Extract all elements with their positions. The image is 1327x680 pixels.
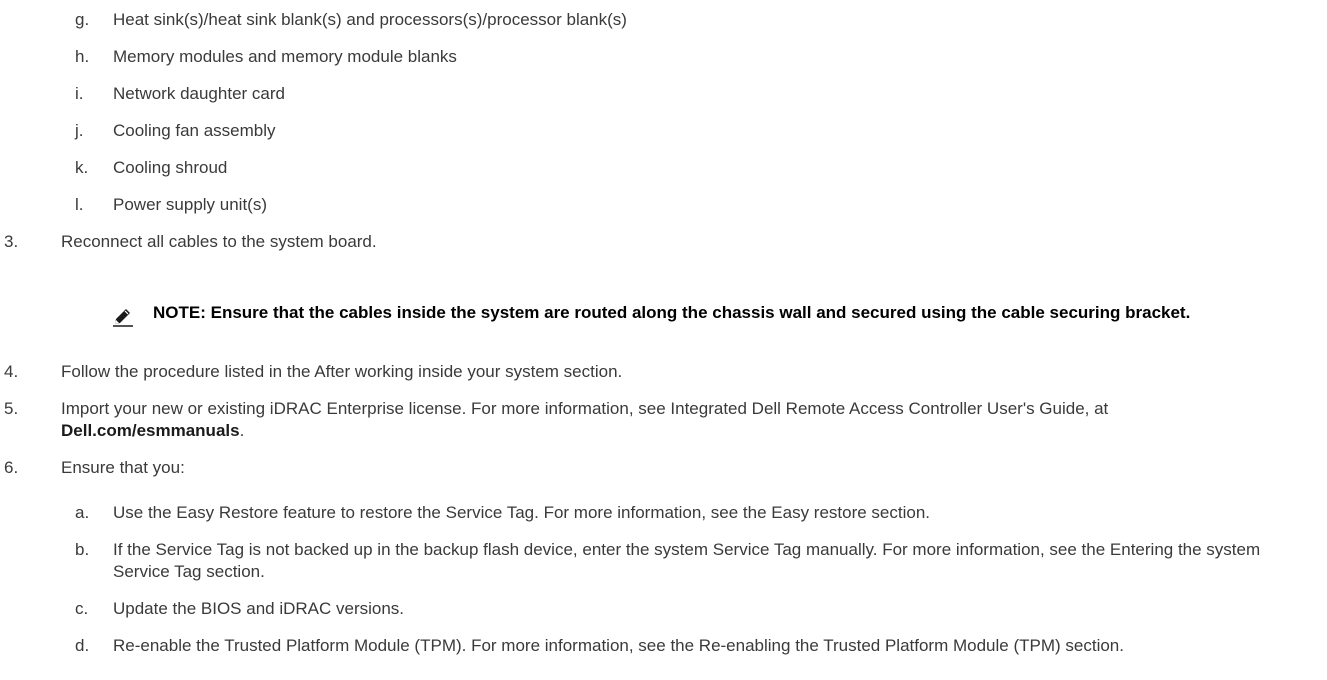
list-marker-j: j. xyxy=(75,121,84,140)
step-marker-4: 4. xyxy=(4,362,19,381)
substep-marker-d: d. xyxy=(75,636,90,655)
step-5-text-after: . xyxy=(239,421,245,440)
list-item-l: Power supply unit(s) xyxy=(113,195,268,214)
list-item-h: Memory modules and memory module blanks xyxy=(113,47,457,66)
list-marker-l: l. xyxy=(75,195,84,214)
esm-manuals-link[interactable]: Dell.com/esmmanuals xyxy=(61,421,240,440)
list-item-g: Heat sink(s)/heat sink blank(s) and proc… xyxy=(113,10,627,29)
note-pencil-icon xyxy=(112,307,134,327)
list-item-i: Network daughter card xyxy=(113,84,285,103)
step-6-text: Ensure that you: xyxy=(61,458,185,477)
substep-b-text: If the Service Tag is not backed up in t… xyxy=(113,540,1261,581)
substep-marker-b: b. xyxy=(75,540,90,559)
step-4-text: Follow the procedure listed in the After… xyxy=(61,362,623,381)
substep-marker-c: c. xyxy=(75,599,89,618)
step-marker-3: 3. xyxy=(4,232,19,251)
list-marker-h: h. xyxy=(75,47,90,66)
list-item-k: Cooling shroud xyxy=(113,158,228,177)
list-item-j: Cooling fan assembly xyxy=(113,121,276,140)
list-marker-i: i. xyxy=(75,84,84,103)
step-5-text-before: Import your new or existing iDRAC Enterp… xyxy=(61,399,1109,418)
substep-marker-a: a. xyxy=(75,503,90,522)
list-marker-k: k. xyxy=(75,158,89,177)
step-5-text: Import your new or existing iDRAC Enterp… xyxy=(61,398,1271,442)
step-marker-5: 5. xyxy=(4,399,19,418)
step-marker-6: 6. xyxy=(4,458,19,477)
substep-c-text: Update the BIOS and iDRAC versions. xyxy=(113,599,405,618)
list-marker-g: g. xyxy=(75,10,90,29)
substep-a-text: Use the Easy Restore feature to restore … xyxy=(113,503,931,522)
note-text: NOTE: Ensure that the cables inside the … xyxy=(153,303,1191,322)
step-3-text: Reconnect all cables to the system board… xyxy=(61,232,377,251)
substep-d-text: Re-enable the Trusted Platform Module (T… xyxy=(113,636,1124,655)
